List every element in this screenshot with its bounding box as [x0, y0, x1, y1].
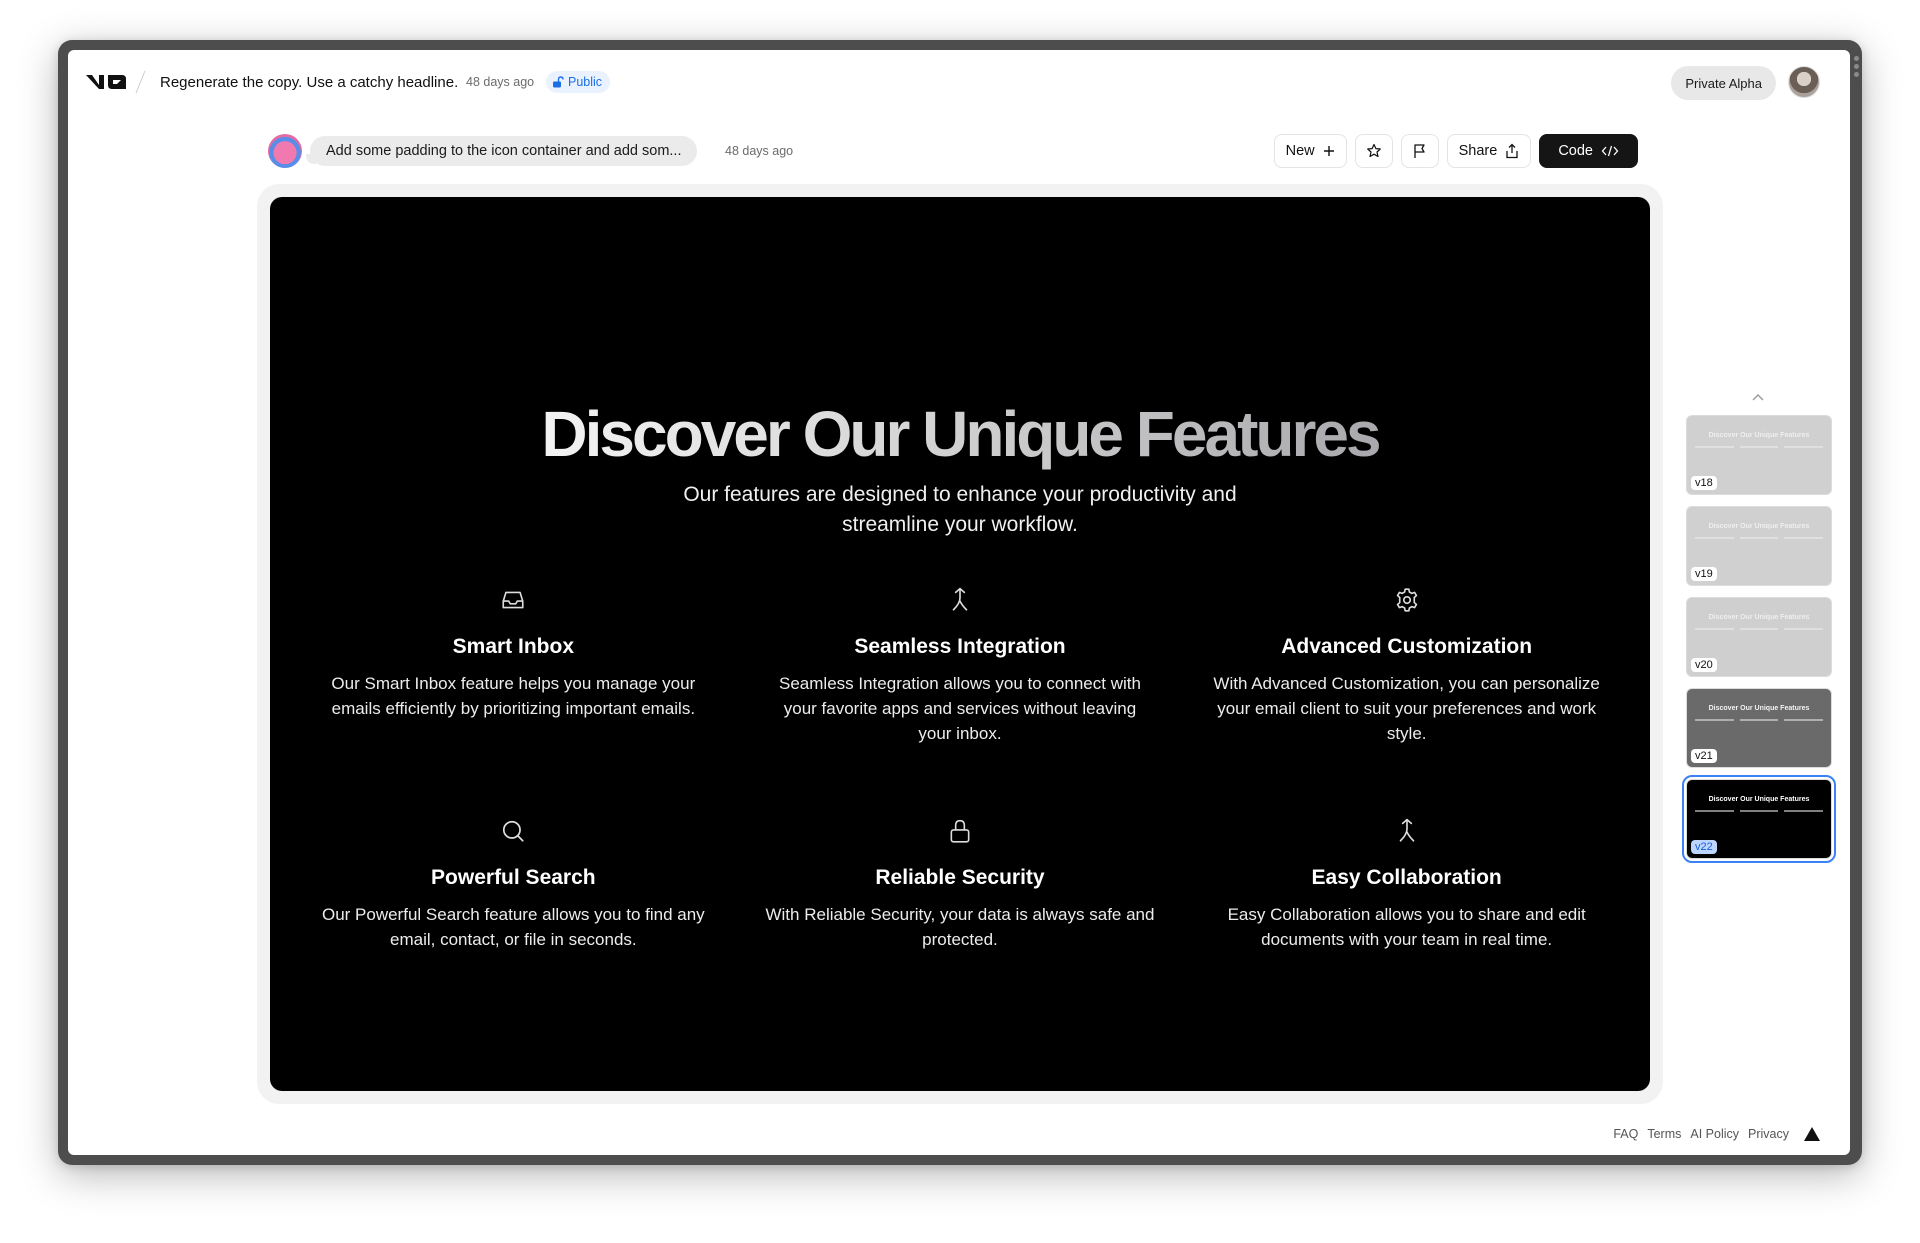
feature-description: Seamless Integration allows you to conne…: [779, 674, 1141, 743]
favorite-button[interactable]: [1354, 134, 1393, 168]
feature-card: Smart Inbox Our Smart Inbox feature help…: [290, 587, 737, 746]
lock-icon: [950, 819, 970, 843]
preview-headline: Discover Our Unique Features: [541, 398, 1381, 470]
footer-link-faq[interactable]: FAQ: [1613, 1127, 1638, 1141]
version-thumbnail[interactable]: Discover Our Unique Features v22: [1682, 775, 1836, 863]
version-thumbnail[interactable]: Discover Our Unique Features v20: [1686, 597, 1832, 677]
plus-icon: [1323, 146, 1334, 156]
v0-logo[interactable]: [86, 72, 128, 92]
feature-description: With Reliable Security, your data is alw…: [765, 905, 1155, 949]
feature-card: Powerful Search Our Powerful Search feat…: [290, 818, 737, 952]
feature-description: Easy Collaboration allows you to share a…: [1227, 905, 1586, 949]
prompt-timestamp: 48 days ago: [725, 144, 794, 158]
unlock-icon: [553, 76, 564, 88]
version-label: v21: [1691, 749, 1717, 763]
search-icon: [503, 820, 524, 842]
feature-title: Easy Collaboration: [1311, 866, 1502, 889]
plan-badge[interactable]: Private Alpha: [1671, 66, 1776, 100]
merge-icon: [1399, 818, 1414, 842]
version-thumbnail[interactable]: Discover Our Unique Features v21: [1686, 688, 1832, 768]
visibility-badge[interactable]: Public: [546, 71, 611, 93]
feature-title: Powerful Search: [431, 866, 596, 889]
preview-subheading: Our features are designed to enhance you…: [683, 483, 1237, 536]
features-grid: Smart Inbox Our Smart Inbox feature help…: [290, 587, 1630, 952]
chevron-up-icon[interactable]: [1748, 390, 1768, 404]
feature-title: Seamless Integration: [854, 635, 1066, 658]
visibility-label: Public: [568, 75, 603, 89]
feature-card: Easy Collaboration Easy Collaboration al…: [1183, 818, 1630, 952]
window-frame: Regenerate the copy. Use a catchy headli…: [58, 40, 1862, 1165]
version-thumbnail[interactable]: Discover Our Unique Features v19: [1686, 506, 1832, 586]
feature-card: Advanced Customization With Advanced Cus…: [1183, 587, 1630, 746]
footer-link-ai-policy[interactable]: AI Policy: [1690, 1127, 1739, 1141]
feature-title: Reliable Security: [875, 866, 1045, 889]
thumbnail-title: Discover Our Unique Features: [1708, 796, 1810, 803]
feature-title: Smart Inbox: [452, 635, 574, 658]
preview-frame: Discover Our Unique Features Our feature…: [257, 184, 1663, 1104]
thumbnail-title: Discover Our Unique Features: [1708, 705, 1810, 712]
version-label: v19: [1691, 567, 1717, 581]
version-label: v22: [1691, 840, 1717, 854]
thumbnail-content: [1695, 537, 1823, 551]
prompt-author-avatar: [268, 134, 302, 168]
thumbnail-content: [1695, 628, 1823, 642]
toolbar: New Share Code: [1273, 134, 1638, 168]
star-icon: [1366, 143, 1381, 158]
share-button[interactable]: Share: [1446, 134, 1532, 168]
chat-timestamp: 48 days ago: [466, 75, 535, 89]
vercel-logo-icon[interactable]: [1804, 1127, 1820, 1141]
thumbnail-title: Discover Our Unique Features: [1708, 614, 1810, 621]
chat-title[interactable]: Regenerate the copy. Use a catchy headli…: [160, 74, 458, 91]
version-thumbnail[interactable]: Discover Our Unique Features v18: [1686, 415, 1832, 495]
feature-card: Reliable Security With Reliable Security…: [737, 818, 1184, 952]
code-icon: [1601, 145, 1619, 157]
code-button[interactable]: Code: [1539, 134, 1638, 168]
breadcrumb-separator: [135, 70, 146, 94]
gear-icon: [1396, 588, 1417, 612]
feature-description: With Advanced Customization, you can per…: [1213, 674, 1600, 743]
footer: FAQ Terms AI Policy Privacy: [1613, 1127, 1820, 1141]
inbox-icon: [502, 591, 524, 609]
merge-icon: [952, 587, 968, 611]
version-label: v20: [1691, 658, 1717, 672]
prompt-bubble[interactable]: Add some padding to the icon container a…: [305, 136, 698, 166]
code-button-label: Code: [1558, 143, 1593, 159]
report-button[interactable]: [1400, 134, 1439, 168]
version-label: v18: [1691, 476, 1717, 490]
feature-title: Advanced Customization: [1281, 635, 1533, 658]
footer-link-privacy[interactable]: Privacy: [1748, 1127, 1789, 1141]
footer-link-terms[interactable]: Terms: [1647, 1127, 1681, 1141]
new-button[interactable]: New: [1273, 134, 1347, 168]
thumbnail-title: Discover Our Unique Features: [1708, 523, 1810, 530]
window-handle[interactable]: [1854, 56, 1859, 77]
feature-description: Our Smart Inbox feature helps you manage…: [331, 674, 696, 718]
user-avatar[interactable]: [1788, 66, 1820, 98]
thumbnail-title: Discover Our Unique Features: [1708, 432, 1810, 439]
share-icon: [1506, 143, 1518, 159]
flag-icon: [1413, 144, 1425, 158]
thumbnail-content: [1695, 446, 1823, 460]
thumbnail-content: [1695, 810, 1823, 824]
share-button-label: Share: [1458, 143, 1498, 159]
prompt-text: Add some padding to the icon container a…: [326, 143, 682, 159]
version-list: Discover Our Unique Features v18 Discover …: [1682, 415, 1836, 863]
app-screen: Regenerate the copy. Use a catchy headli…: [68, 50, 1850, 1155]
generated-preview: Discover Our Unique Features Our feature…: [270, 197, 1650, 1091]
feature-description: Our Powerful Search feature allows you t…: [321, 905, 705, 949]
thumbnail-content: [1695, 719, 1823, 733]
feature-card: Seamless Integration Seamless Integratio…: [737, 587, 1184, 746]
new-button-label: New: [1285, 143, 1315, 159]
top-bar: Regenerate the copy. Use a catchy headli…: [68, 50, 1850, 114]
